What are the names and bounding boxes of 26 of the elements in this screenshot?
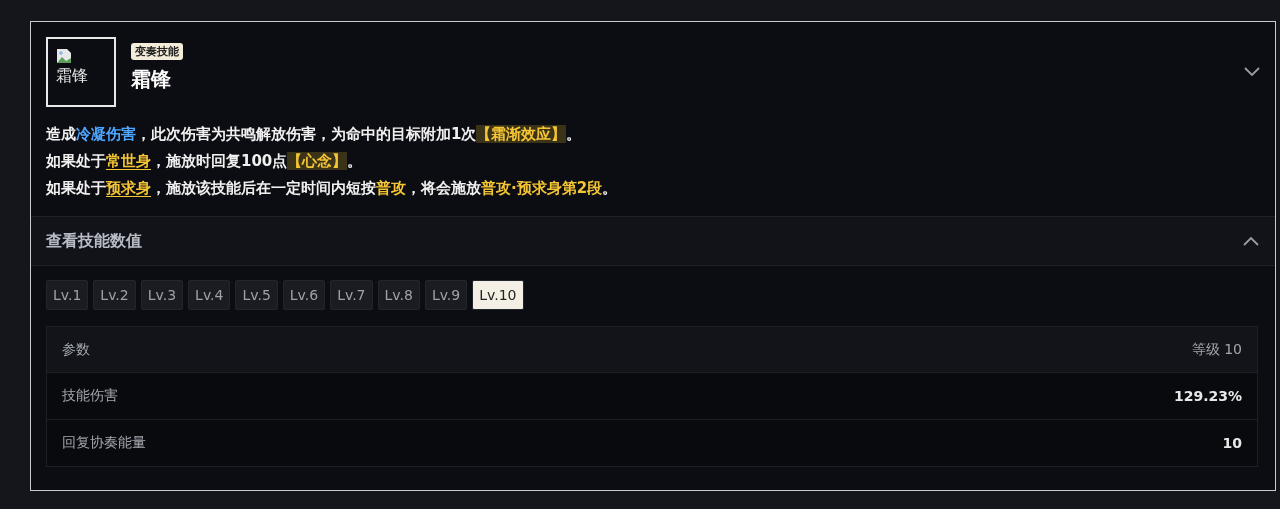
level-tab[interactable]: Lv.6 bbox=[282, 280, 326, 310]
collapse-icon[interactable] bbox=[1243, 236, 1259, 246]
level-tab[interactable]: Lv.10 bbox=[472, 280, 524, 310]
description-line: 造成冷凝伤害，此次伤害为共鸣解放伤害，为命中的目标附加1次【霜渐效应】。 bbox=[46, 124, 583, 145]
table-cell: 技能伤害 bbox=[62, 387, 118, 405]
expand-icon[interactable] bbox=[1244, 67, 1260, 77]
image-alt-text: 霜锋 bbox=[56, 66, 89, 86]
table-cell: 129.23% bbox=[1173, 388, 1242, 404]
level-tab[interactable]: Lv.3 bbox=[140, 280, 184, 310]
description-line: 如果处于常世身，施放时回复100点【心念】。 bbox=[46, 151, 364, 172]
level-tab[interactable]: Lv.4 bbox=[188, 280, 231, 310]
table-cell: 回复协奏能量 bbox=[62, 434, 146, 452]
skill-type-tag: 变奏技能 bbox=[131, 43, 183, 60]
level-tab[interactable]: Lv.1 bbox=[46, 280, 89, 310]
table-cell: 10 bbox=[1222, 435, 1242, 451]
level-tab[interactable]: Lv.2 bbox=[93, 280, 136, 310]
skill-name: 霜锋 bbox=[131, 66, 171, 93]
level-tab[interactable]: Lv.9 bbox=[424, 280, 468, 310]
column-header: 等级 10 bbox=[1191, 340, 1242, 359]
level-tab[interactable]: Lv.5 bbox=[235, 280, 278, 310]
level-tab[interactable]: Lv.7 bbox=[330, 280, 373, 310]
column-header: 参数 bbox=[62, 340, 90, 359]
description-line: 如果处于预求身，施放该技能后在一定时间内短按普攻，将会施放普攻·预求身第2段。 bbox=[46, 178, 619, 199]
section-title[interactable]: 查看技能数值 bbox=[46, 230, 142, 252]
level-tab[interactable]: Lv.8 bbox=[377, 280, 420, 310]
broken-image-icon bbox=[56, 48, 72, 64]
